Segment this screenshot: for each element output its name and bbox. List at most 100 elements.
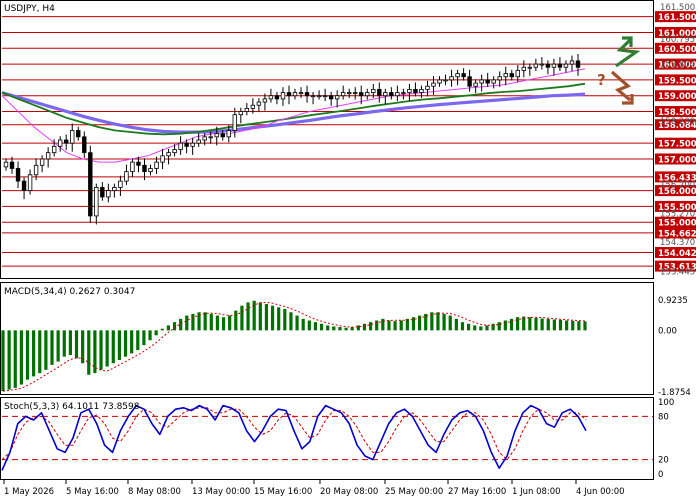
candle-body	[232, 114, 237, 131]
macd-bar	[479, 326, 483, 331]
candle-body	[142, 164, 147, 173]
candle-body	[443, 79, 448, 82]
candle-body	[118, 180, 123, 188]
macd-bar	[32, 330, 36, 377]
level-label: 154.042	[658, 249, 697, 259]
macd-bar	[228, 315, 232, 331]
macd-bar	[179, 318, 183, 331]
macd-bar	[105, 330, 109, 367]
candle-body	[371, 88, 376, 93]
macd-bar	[99, 330, 103, 370]
macd-bar	[142, 330, 146, 346]
candle-body	[557, 63, 563, 68]
candle-body	[208, 136, 213, 139]
price-tick-label: 156.200	[660, 180, 695, 190]
candle-body	[419, 88, 424, 93]
macd-bar	[577, 321, 581, 331]
candle-body	[533, 63, 539, 68]
candle-body	[322, 95, 328, 98]
price-tick-label: 153.445	[660, 267, 695, 277]
candle-body	[154, 161, 159, 169]
macd-bar	[258, 302, 262, 331]
candle-body	[413, 88, 418, 93]
forecast-question-mark: ?	[597, 71, 606, 89]
candle-body	[112, 187, 117, 192]
level-label: 160.500	[658, 45, 697, 55]
candle-body	[389, 92, 394, 97]
level-label: 159.500	[658, 76, 697, 86]
level-label: 157.000	[658, 155, 697, 165]
macd-bar	[583, 321, 587, 331]
candle-body	[82, 136, 87, 154]
candle-body	[51, 145, 57, 154]
macd-bar	[571, 320, 575, 331]
price-tick-label: 160.795	[660, 35, 695, 45]
stoch-label: Stoch(5,3,3) 64.1011 73.8598	[4, 402, 140, 412]
macd-bar	[289, 312, 293, 331]
candle-body	[449, 76, 454, 81]
candle-body	[124, 171, 129, 182]
candle-body	[328, 95, 334, 100]
macd-bar	[111, 330, 115, 364]
macd-bar	[497, 322, 501, 331]
candle-body	[268, 95, 274, 100]
macd-bar	[38, 330, 42, 374]
candle-body	[455, 73, 460, 78]
candle-body	[130, 161, 135, 173]
stoch-tick-label: 80	[658, 412, 669, 422]
time-tick-label: 15 May 16:00	[254, 487, 312, 497]
candle-body	[27, 174, 33, 192]
macd-bar	[13, 330, 17, 388]
macd-bar	[473, 325, 477, 331]
macd-bar	[485, 325, 489, 331]
candle-body	[274, 95, 280, 100]
macd-bar	[215, 315, 220, 331]
macd-bar	[344, 327, 348, 331]
macd-bar	[368, 322, 373, 331]
macd-bar	[172, 322, 177, 331]
level-label: 161.500	[658, 13, 697, 23]
macd-bar	[62, 330, 66, 357]
candle-body	[515, 70, 520, 78]
candle-body	[383, 92, 388, 97]
candle-body	[359, 92, 364, 97]
candle-body	[437, 79, 442, 84]
time-tick-label: 20 May 08:00	[320, 487, 378, 497]
candle-body	[226, 130, 231, 138]
stoch-tick-label: 20	[658, 456, 669, 466]
macd-bar	[516, 317, 520, 331]
candle-body	[479, 79, 484, 84]
candle-body	[214, 133, 219, 138]
candle-body	[148, 168, 153, 173]
macd-bar	[221, 317, 226, 331]
candle-body	[70, 130, 75, 144]
time-tick-label: 1 Jun 08:00	[512, 487, 561, 497]
macd-bar	[136, 330, 140, 351]
macd-bar	[191, 313, 195, 331]
candle-body	[88, 152, 93, 217]
price-tick-label: 154.370	[660, 238, 695, 248]
time-tick-label: 5 May 16:00	[66, 487, 119, 497]
level-label: 155.000	[658, 219, 697, 229]
macd-bar	[148, 330, 152, 341]
candle-body	[401, 92, 406, 94]
macd-label: MACD(5,34,4) 0.2627 0.3047	[4, 287, 135, 297]
macd-tick-label: 0.00	[658, 326, 677, 336]
candle-body	[238, 111, 244, 116]
candle-body	[473, 82, 478, 87]
candle-body	[280, 92, 286, 100]
macd-bar	[154, 330, 158, 336]
macd-bar	[234, 310, 238, 331]
macd-bar	[160, 328, 164, 331]
time-tick-label: 1 May 2026	[4, 487, 54, 497]
candle-body	[539, 63, 545, 66]
macd-bar	[375, 320, 379, 331]
price-chart[interactable]: 161.500161.000160.500160.000159.500159.0…	[0, 0, 700, 500]
candle-body	[491, 79, 496, 84]
candle-body	[377, 88, 382, 97]
candle-body	[467, 76, 472, 87]
macd-bar	[313, 322, 318, 331]
price-tick-label: 159.804	[660, 60, 695, 70]
candle-body	[3, 161, 9, 168]
candle-body	[431, 82, 436, 87]
